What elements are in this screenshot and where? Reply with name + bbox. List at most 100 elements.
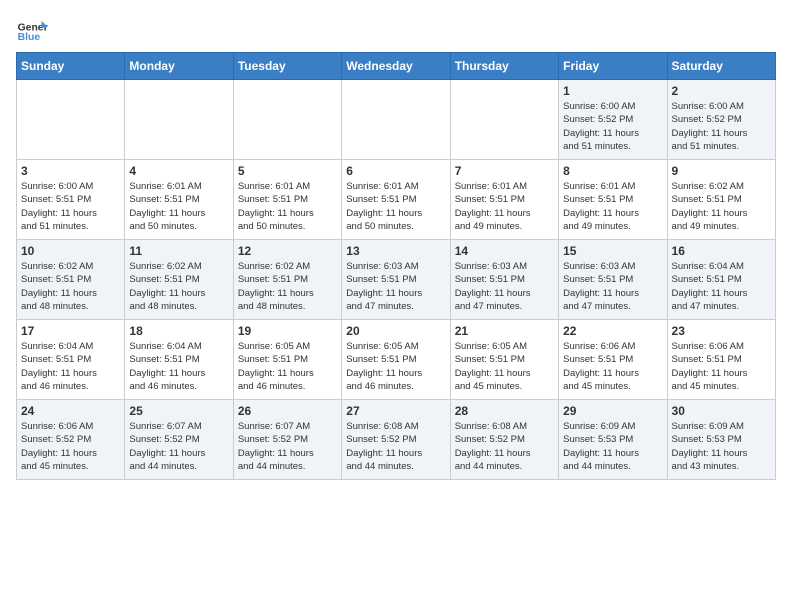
day-info: Sunrise: 6:04 AM Sunset: 5:51 PM Dayligh…	[129, 340, 228, 393]
calendar-cell: 1 Sunrise: 6:00 AM Sunset: 5:52 PM Daylig…	[559, 80, 667, 160]
calendar-cell: 25 Sunrise: 6:07 AM Sunset: 5:52 PM Dayli…	[125, 400, 233, 480]
day-number: 22	[563, 324, 662, 338]
day-info: Sunrise: 6:06 AM Sunset: 5:51 PM Dayligh…	[563, 340, 662, 393]
calendar-cell: 11Sunrise: 6:02 AM Sunset: 5:51 PM Dayli…	[125, 240, 233, 320]
calendar-cell	[233, 80, 341, 160]
day-number: 7	[455, 164, 554, 178]
day-info: Sunrise: 6:07 AM Sunset: 5:52 PM Dayligh…	[238, 420, 337, 473]
day-number: 17	[21, 324, 120, 338]
day-info: Sunrise: 6:00 AM Sunset: 5:51 PM Dayligh…	[21, 180, 120, 233]
logo-icon: General Blue	[16, 16, 48, 48]
day-number: 30	[672, 404, 771, 418]
day-info: Sunrise: 6:05 AM Sunset: 5:51 PM Dayligh…	[346, 340, 445, 393]
day-info: Sunrise: 6:05 AM Sunset: 5:51 PM Dayligh…	[238, 340, 337, 393]
calendar-cell: 6 Sunrise: 6:01 AM Sunset: 5:51 PM Daylig…	[342, 160, 450, 240]
calendar-cell: 12 Sunrise: 6:02 AM Sunset: 5:51 PM Dayli…	[233, 240, 341, 320]
day-info: Sunrise: 6:01 AM Sunset: 5:51 PM Dayligh…	[238, 180, 337, 233]
day-number: 19	[238, 324, 337, 338]
day-number: 10	[21, 244, 120, 258]
day-number: 18	[129, 324, 228, 338]
day-number: 4	[129, 164, 228, 178]
day-number: 12	[238, 244, 337, 258]
calendar-cell: 27 Sunrise: 6:08 AM Sunset: 5:52 PM Dayli…	[342, 400, 450, 480]
day-number: 5	[238, 164, 337, 178]
calendar-cell: 18 Sunrise: 6:04 AM Sunset: 5:51 PM Dayli…	[125, 320, 233, 400]
weekday-header-tuesday: Tuesday	[233, 53, 341, 80]
calendar-cell: 22 Sunrise: 6:06 AM Sunset: 5:51 PM Dayli…	[559, 320, 667, 400]
day-info: Sunrise: 6:06 AM Sunset: 5:51 PM Dayligh…	[672, 340, 771, 393]
calendar-cell: 8 Sunrise: 6:01 AM Sunset: 5:51 PM Daylig…	[559, 160, 667, 240]
weekday-header-thursday: Thursday	[450, 53, 558, 80]
day-info: Sunrise: 6:03 AM Sunset: 5:51 PM Dayligh…	[563, 260, 662, 313]
calendar-cell: 3 Sunrise: 6:00 AM Sunset: 5:51 PM Daylig…	[17, 160, 125, 240]
day-info: Sunrise: 6:02 AM Sunset: 5:51 PM Dayligh…	[238, 260, 337, 313]
calendar-cell: 20 Sunrise: 6:05 AM Sunset: 5:51 PM Dayli…	[342, 320, 450, 400]
calendar-cell: 9 Sunrise: 6:02 AM Sunset: 5:51 PM Daylig…	[667, 160, 775, 240]
calendar-cell: 24 Sunrise: 6:06 AM Sunset: 5:52 PM Dayli…	[17, 400, 125, 480]
svg-text:Blue: Blue	[18, 32, 41, 43]
weekday-header-friday: Friday	[559, 53, 667, 80]
day-number: 6	[346, 164, 445, 178]
calendar-cell: 4 Sunrise: 6:01 AM Sunset: 5:51 PM Daylig…	[125, 160, 233, 240]
calendar-cell: 23 Sunrise: 6:06 AM Sunset: 5:51 PM Dayli…	[667, 320, 775, 400]
weekday-header-sunday: Sunday	[17, 53, 125, 80]
calendar-cell: 26 Sunrise: 6:07 AM Sunset: 5:52 PM Dayli…	[233, 400, 341, 480]
day-info: Sunrise: 6:01 AM Sunset: 5:51 PM Dayligh…	[129, 180, 228, 233]
weekday-header-wednesday: Wednesday	[342, 53, 450, 80]
calendar-cell: 28Sunrise: 6:08 AM Sunset: 5:52 PM Dayli…	[450, 400, 558, 480]
calendar-cell: 14 Sunrise: 6:03 AM Sunset: 5:51 PM Dayli…	[450, 240, 558, 320]
calendar-cell: 30 Sunrise: 6:09 AM Sunset: 5:53 PM Dayli…	[667, 400, 775, 480]
day-number: 21	[455, 324, 554, 338]
day-info: Sunrise: 6:02 AM Sunset: 5:51 PM Dayligh…	[21, 260, 120, 313]
calendar-cell: 19 Sunrise: 6:05 AM Sunset: 5:51 PM Dayli…	[233, 320, 341, 400]
calendar-cell: 15 Sunrise: 6:03 AM Sunset: 5:51 PM Dayli…	[559, 240, 667, 320]
day-info: Sunrise: 6:00 AM Sunset: 5:52 PM Dayligh…	[563, 100, 662, 153]
day-number: 3	[21, 164, 120, 178]
day-info: Sunrise: 6:03 AM Sunset: 5:51 PM Dayligh…	[455, 260, 554, 313]
calendar-cell: 13 Sunrise: 6:03 AM Sunset: 5:51 PM Dayli…	[342, 240, 450, 320]
day-info: Sunrise: 6:04 AM Sunset: 5:51 PM Dayligh…	[672, 260, 771, 313]
day-number: 13	[346, 244, 445, 258]
day-number: 26	[238, 404, 337, 418]
calendar-cell: 16 Sunrise: 6:04 AM Sunset: 5:51 PM Dayli…	[667, 240, 775, 320]
day-number: 8	[563, 164, 662, 178]
calendar-cell	[450, 80, 558, 160]
day-number: 27	[346, 404, 445, 418]
day-info: Sunrise: 6:01 AM Sunset: 5:51 PM Dayligh…	[563, 180, 662, 233]
day-info: Sunrise: 6:01 AM Sunset: 5:51 PM Dayligh…	[455, 180, 554, 233]
calendar-cell	[17, 80, 125, 160]
calendar-cell: 7 Sunrise: 6:01 AM Sunset: 5:51 PM Daylig…	[450, 160, 558, 240]
day-number: 9	[672, 164, 771, 178]
day-number: 16	[672, 244, 771, 258]
day-number: 25	[129, 404, 228, 418]
day-info: Sunrise: 6:05 AM Sunset: 5:51 PM Dayligh…	[455, 340, 554, 393]
day-number: 1	[563, 84, 662, 98]
day-info: Sunrise: 6:01 AM Sunset: 5:51 PM Dayligh…	[346, 180, 445, 233]
day-number: 29	[563, 404, 662, 418]
day-number: 11	[129, 244, 228, 258]
day-info: Sunrise: 6:02 AM Sunset: 5:51 PM Dayligh…	[672, 180, 771, 233]
day-info: Sunrise: 6:04 AM Sunset: 5:51 PM Dayligh…	[21, 340, 120, 393]
day-number: 23	[672, 324, 771, 338]
day-info: Sunrise: 6:09 AM Sunset: 5:53 PM Dayligh…	[672, 420, 771, 473]
day-number: 15	[563, 244, 662, 258]
day-info: Sunrise: 6:06 AM Sunset: 5:52 PM Dayligh…	[21, 420, 120, 473]
day-number: 14	[455, 244, 554, 258]
calendar-cell: 5 Sunrise: 6:01 AM Sunset: 5:51 PM Daylig…	[233, 160, 341, 240]
day-number: 24	[21, 404, 120, 418]
day-number: 20	[346, 324, 445, 338]
weekday-header-saturday: Saturday	[667, 53, 775, 80]
calendar-cell	[342, 80, 450, 160]
calendar-cell: 10 Sunrise: 6:02 AM Sunset: 5:51 PM Dayli…	[17, 240, 125, 320]
day-number: 2	[672, 84, 771, 98]
logo: General Blue	[16, 16, 48, 48]
day-info: Sunrise: 6:03 AM Sunset: 5:51 PM Dayligh…	[346, 260, 445, 313]
day-info: Sunrise: 6:00 AM Sunset: 5:52 PM Dayligh…	[672, 100, 771, 153]
calendar-table: SundayMondayTuesdayWednesdayThursdayFrid…	[16, 52, 776, 480]
day-info: Sunrise: 6:07 AM Sunset: 5:52 PM Dayligh…	[129, 420, 228, 473]
calendar-cell: 29 Sunrise: 6:09 AM Sunset: 5:53 PM Dayli…	[559, 400, 667, 480]
day-info: Sunrise: 6:08 AM Sunset: 5:52 PM Dayligh…	[455, 420, 554, 473]
day-info: Sunrise: 6:08 AM Sunset: 5:52 PM Dayligh…	[346, 420, 445, 473]
day-info: Sunrise: 6:09 AM Sunset: 5:53 PM Dayligh…	[563, 420, 662, 473]
weekday-header-monday: Monday	[125, 53, 233, 80]
